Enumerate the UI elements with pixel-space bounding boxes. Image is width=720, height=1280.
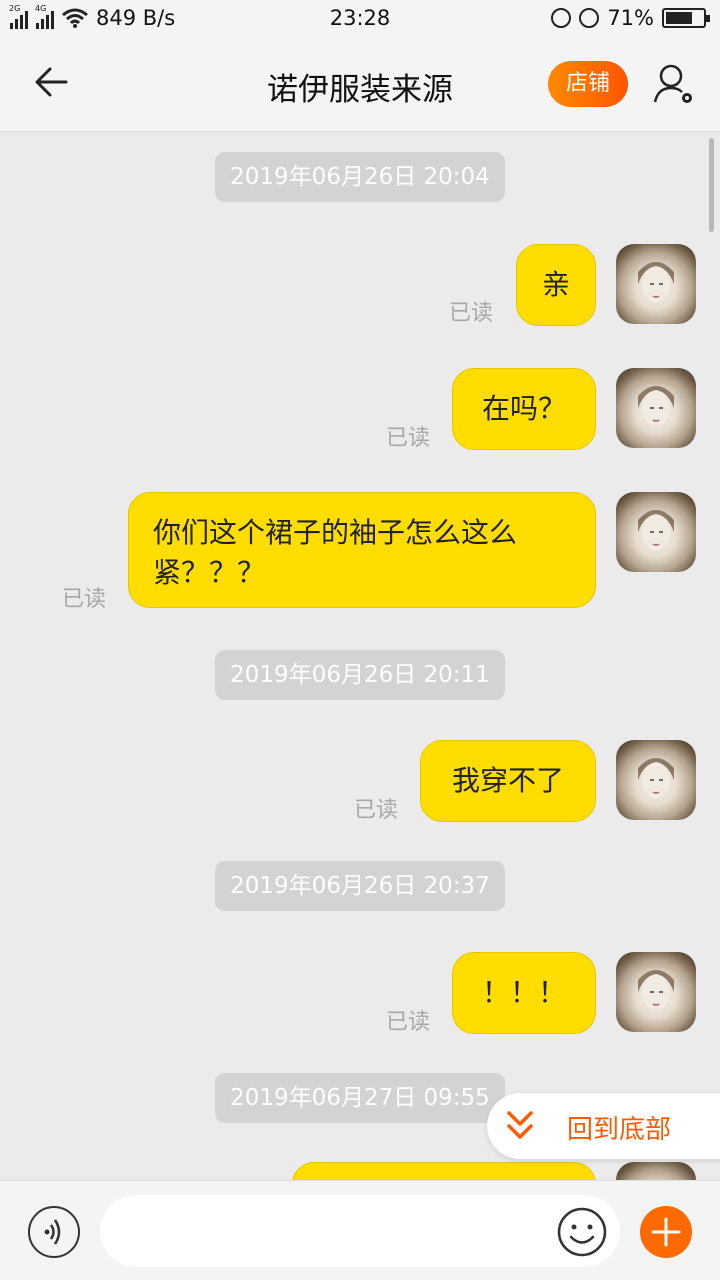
timestamp: 2019年06月27日 09:55 — [215, 1073, 505, 1123]
back-to-bottom-label: 回到底部 — [567, 1115, 672, 1145]
read-status: 已读 — [449, 301, 494, 326]
user-settings-icon[interactable] — [652, 62, 696, 106]
input-bar — [0, 1180, 720, 1280]
timestamp: 2019年06月26日 20:11 — [215, 650, 505, 700]
chat-header: 诺伊服装来源 店铺 — [0, 38, 720, 132]
shop-button[interactable]: 店铺 — [548, 61, 628, 107]
avatar[interactable] — [616, 740, 696, 820]
read-status: 已读 — [354, 798, 399, 823]
timestamp: 2019年06月26日 20:37 — [215, 861, 505, 911]
avatar[interactable] — [616, 492, 696, 572]
message-bubble[interactable]: 我穿不了 — [420, 740, 596, 822]
message-bubble[interactable] — [292, 1162, 596, 1180]
avatar[interactable] — [616, 952, 696, 1032]
plus-icon — [651, 1217, 681, 1247]
alarm-icon — [579, 8, 600, 28]
message-input[interactable] — [100, 1195, 620, 1267]
lock-rotation-icon — [551, 8, 572, 28]
plus-button[interactable] — [640, 1206, 692, 1258]
message-bubble[interactable]: ！！！ — [452, 952, 596, 1034]
avatar[interactable] — [616, 244, 696, 324]
message-bubble[interactable]: 亲 — [516, 244, 596, 326]
message-bubble[interactable]: 在吗？ — [452, 368, 596, 450]
read-status: 已读 — [386, 1010, 431, 1035]
avatar[interactable] — [616, 368, 696, 448]
status-right: 71% — [551, 6, 710, 30]
battery-percent: 71% — [607, 6, 654, 30]
read-status: 已读 — [62, 587, 107, 612]
avatar[interactable] — [616, 1162, 696, 1180]
back-to-bottom-button[interactable]: 回到底部 — [487, 1093, 720, 1159]
chat-area[interactable]: 2019年06月26日 20:04 已读 亲 已读 在吗？ 已读 你们这个裙子的… — [0, 132, 720, 1180]
voice-icon — [44, 1219, 61, 1245]
message-bubble[interactable]: 你们这个裙子的袖子怎么这么紧？？？ — [128, 492, 596, 608]
read-status: 已读 — [386, 426, 431, 451]
battery-icon — [662, 8, 710, 28]
timestamp: 2019年06月26日 20:04 — [215, 152, 505, 202]
scrollbar[interactable] — [709, 138, 714, 232]
double-chevron-down-icon — [507, 1111, 533, 1139]
status-bar: 2G 4G 849 B/s 23:28 71% — [0, 0, 720, 38]
voice-button[interactable] — [28, 1206, 80, 1258]
emoji-icon[interactable] — [556, 1206, 608, 1258]
